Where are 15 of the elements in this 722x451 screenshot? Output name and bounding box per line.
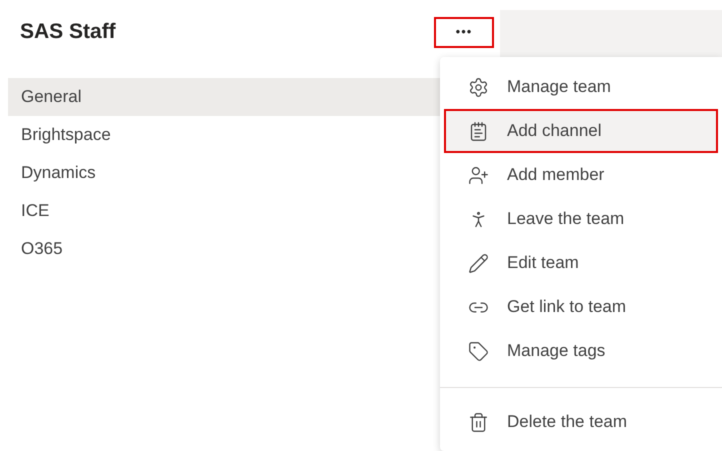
trash-icon <box>468 412 489 432</box>
notepad-icon <box>468 120 489 142</box>
tag-icon <box>468 340 489 362</box>
pencil-icon <box>468 252 489 274</box>
menu-item[interactable]: Delete the team <box>444 400 718 444</box>
gear-icon <box>468 76 489 98</box>
menu-item[interactable]: Get link to team <box>444 285 718 329</box>
team-name: SAS Staff <box>20 19 116 46</box>
menu-item[interactable]: Manage tags <box>444 329 718 373</box>
menu-item[interactable]: Leave the team <box>444 197 718 241</box>
more-options-button[interactable]: ••• <box>434 16 494 48</box>
menu-item[interactable]: Edit team <box>444 241 718 285</box>
menu-item[interactable]: Add channel <box>444 109 718 153</box>
menu-item[interactable]: Add member <box>444 153 718 197</box>
person-plus-icon <box>468 164 489 186</box>
